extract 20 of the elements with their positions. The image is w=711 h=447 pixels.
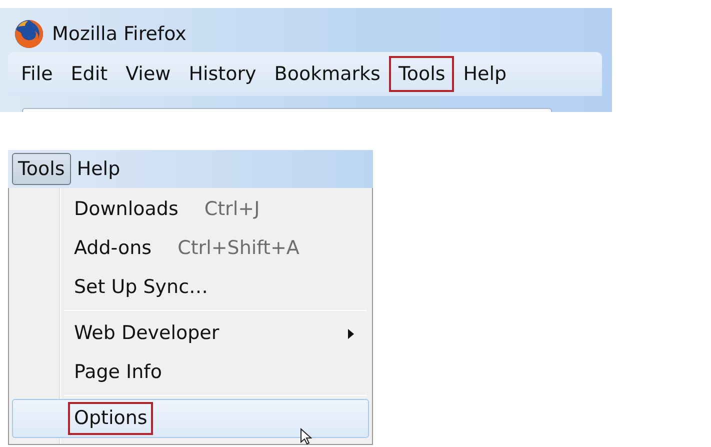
- menu-item[interactable]: History: [180, 56, 266, 92]
- menu-item[interactable]: Page Info: [12, 353, 369, 392]
- menu-item[interactable]: Options: [12, 399, 369, 438]
- menu-item[interactable]: Tools: [389, 56, 454, 92]
- menu-item[interactable]: Bookmarks: [265, 56, 390, 92]
- menu-item[interactable]: Downloads Ctrl+J: [12, 190, 369, 229]
- menu-item[interactable]: Help: [70, 152, 126, 186]
- menu-item[interactable]: Set Up Sync…: [12, 268, 369, 307]
- submenu-arrow-icon: [348, 329, 354, 339]
- menu-item[interactable]: Edit: [62, 56, 117, 92]
- shortcut-label: Ctrl+J: [204, 197, 260, 222]
- menu-item[interactable]: Web Developer: [12, 314, 369, 353]
- menu-item[interactable]: Help: [454, 56, 516, 92]
- menu-item[interactable]: Tools: [12, 152, 71, 186]
- globe-fox-logo-icon: [14, 19, 44, 49]
- window-title: Mozilla Firefox: [52, 22, 186, 47]
- menu-item[interactable]: Add-ons Ctrl+Shift+A: [12, 229, 369, 268]
- shortcut-label: Ctrl+Shift+A: [178, 236, 300, 262]
- menu-item[interactable]: File: [12, 56, 62, 92]
- menu-item[interactable]: View: [116, 56, 180, 92]
